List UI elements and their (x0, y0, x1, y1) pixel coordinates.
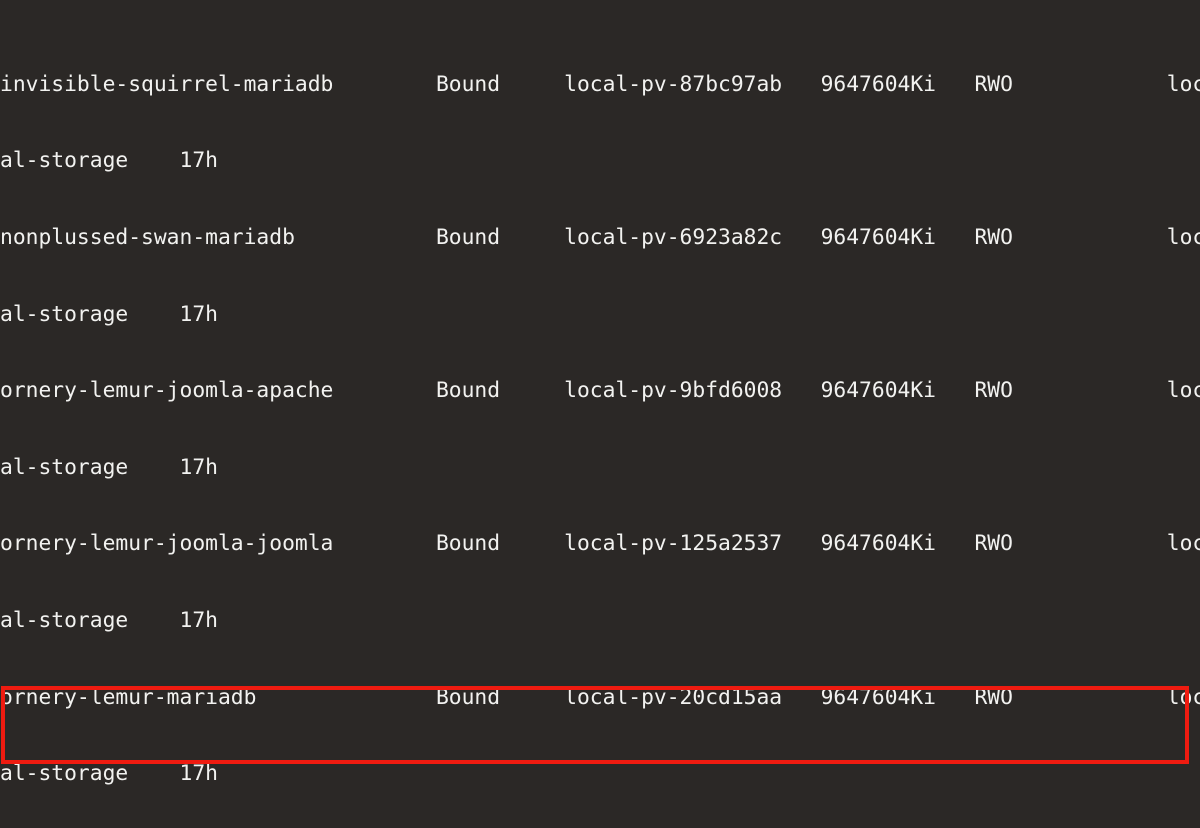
terminal-line: nonplussed-swan-mariadb Bound local-pv-6… (0, 224, 1200, 250)
terminal-line: ornery-lemur-joomla-joomla Bound local-p… (0, 531, 1200, 557)
terminal-line: al-storage 17h (0, 761, 218, 787)
terminal-line: al-storage 17h (0, 301, 218, 327)
terminal-line: al-storage 17h (0, 608, 218, 634)
terminal-window[interactable]: invisible-squirrel-mariadb Bound local-p… (0, 0, 1200, 828)
terminal-line: ornery-lemur-mariadb Bound local-pv-20cd… (0, 684, 1200, 710)
terminal-line: al-storage 17h (0, 454, 218, 480)
terminal-line: ornery-lemur-joomla-apache Bound local-p… (0, 378, 1200, 404)
terminal-line: invisible-squirrel-mariadb Bound local-p… (0, 71, 1200, 97)
terminal-screen-buffer: invisible-squirrel-mariadb Bound local-p… (0, 0, 1200, 828)
terminal-line: al-storage 17h (0, 148, 218, 174)
